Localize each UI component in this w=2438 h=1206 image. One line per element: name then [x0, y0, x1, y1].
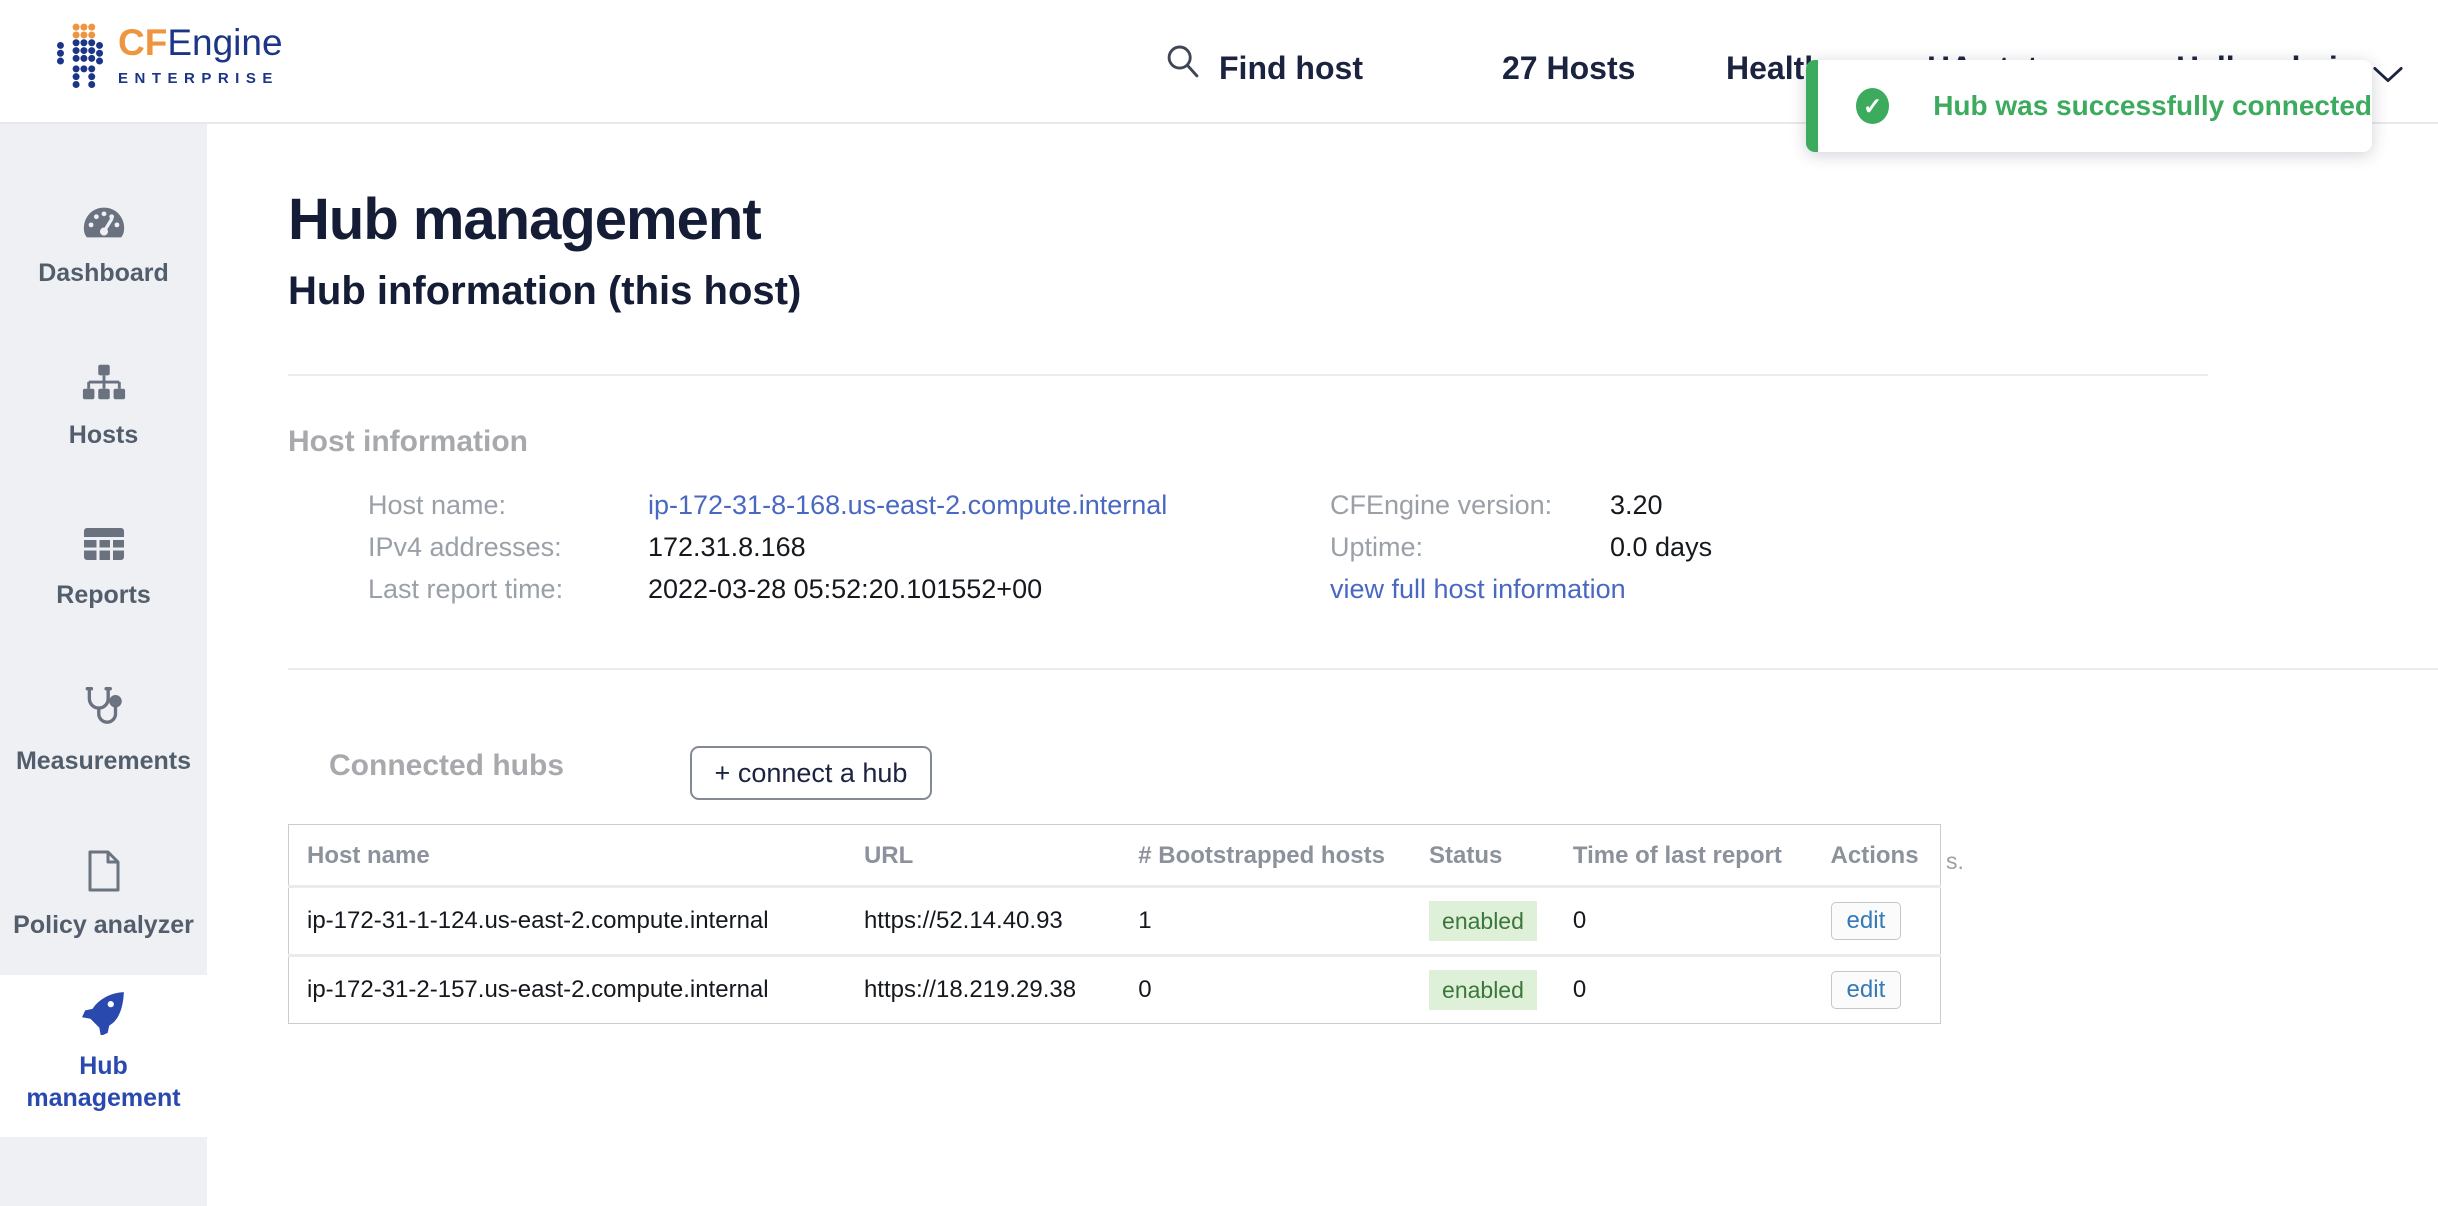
table-row: ip-172-31-2-157.us-east-2.compute.intern… — [289, 956, 1941, 1024]
gauge-icon — [0, 202, 207, 247]
sidebar-item-policy-analyzer[interactable]: Policy analyzer — [0, 848, 207, 941]
stethoscope-icon — [0, 684, 207, 735]
sidebar-label: Hosts — [0, 419, 207, 451]
connected-hubs-table: Host name URL # Bootstrapped hosts Statu… — [288, 824, 1941, 1024]
page-title: Hub management — [288, 188, 761, 252]
cell-time-of-last-report: 0 — [1555, 956, 1813, 1024]
cell-url: https://18.219.29.38 — [846, 956, 1120, 1024]
cell-bootstrapped: 0 — [1120, 956, 1411, 1024]
logo-cf: CF — [118, 22, 167, 63]
edit-button[interactable]: edit — [1831, 971, 1902, 1009]
chevron-down-icon[interactable] — [2372, 64, 2404, 91]
status-badge: enabled — [1429, 901, 1537, 941]
success-toast[interactable]: ✓ Hub was successfully connected — [1806, 60, 2372, 152]
sidebar-label: Reports — [0, 579, 207, 611]
cell-bootstrapped: 1 — [1120, 887, 1411, 956]
col-time-of-last-report: Time of last report — [1555, 825, 1813, 887]
ipv4-value: 172.31.8.168 — [648, 529, 806, 565]
table-header-row: Host name URL # Bootstrapped hosts Statu… — [289, 825, 1941, 887]
sidebar-label: Hub management — [0, 1050, 207, 1114]
file-icon — [0, 848, 207, 899]
version-label: CFEngine version: — [1330, 487, 1552, 523]
cell-host: ip-172-31-1-124.us-east-2.compute.intern… — [289, 887, 846, 956]
connect-hub-button[interactable]: + connect a hub — [690, 746, 932, 800]
cfengine-logo[interactable]: CFEngine ENTERPRISE — [56, 22, 283, 101]
host-name-link[interactable]: ip-172-31-8-168.us-east-2.compute.intern… — [648, 487, 1167, 523]
page-subtitle: Hub information (this host) — [288, 268, 801, 314]
cell-time-of-last-report: 0 — [1555, 887, 1813, 956]
uptime-value: 0.0 days — [1610, 529, 1712, 565]
table-row: ip-172-31-1-124.us-east-2.compute.intern… — [289, 887, 1941, 956]
sidebar-label: Dashboard — [0, 257, 207, 289]
search-icon — [1163, 42, 1203, 95]
logo-enterprise: ENTERPRISE — [118, 70, 283, 87]
logo-engine: Engine — [167, 22, 282, 63]
toast-message: Hub was successfully connected — [1933, 90, 2372, 122]
connected-hubs-heading: Connected hubs — [329, 748, 564, 784]
divider — [288, 374, 2208, 376]
sidebar-item-hub-management[interactable]: Hub management — [0, 975, 207, 1137]
host-name-label: Host name: — [368, 487, 506, 523]
stray-text-artifact: s. — [1946, 848, 1964, 875]
toast-accent-bar — [1806, 60, 1818, 152]
sidebar-item-reports[interactable]: Reports — [0, 524, 207, 611]
col-host-name: Host name — [289, 825, 846, 887]
col-status: Status — [1411, 825, 1555, 887]
col-bootstrapped: # Bootstrapped hosts — [1120, 825, 1411, 887]
cell-url: https://52.14.40.93 — [846, 887, 1120, 956]
table-icon — [0, 524, 207, 569]
rocket-icon — [0, 989, 207, 1040]
find-host-search[interactable]: Find host — [1163, 44, 1363, 92]
col-actions: Actions — [1813, 825, 1941, 887]
version-value: 3.20 — [1610, 487, 1663, 523]
view-full-host-link[interactable]: view full host information — [1330, 571, 1626, 607]
page: CFEngine ENTERPRISE Find host 27 Hosts H… — [0, 0, 2438, 1206]
uptime-label: Uptime: — [1330, 529, 1423, 565]
sidebar: Dashboard Hosts Reports — [0, 124, 207, 1206]
ipv4-label: IPv4 addresses: — [368, 529, 562, 565]
sidebar-label: Measurements — [0, 745, 207, 777]
find-host-label: Find host — [1219, 44, 1363, 92]
last-report-value: 2022-03-28 05:52:20.101552+00 — [648, 571, 1042, 607]
col-url: URL — [846, 825, 1120, 887]
check-circle-icon: ✓ — [1856, 88, 1889, 124]
sidebar-label: Policy analyzer — [0, 909, 207, 941]
nav-hosts-count[interactable]: 27 Hosts — [1502, 44, 1635, 92]
host-information-heading: Host information — [288, 424, 528, 460]
sidebar-item-hosts[interactable]: Hosts — [0, 362, 207, 451]
sitemap-icon — [0, 362, 207, 409]
last-report-label: Last report time: — [368, 571, 563, 607]
cfengine-dot-matrix-icon — [56, 22, 104, 101]
sidebar-item-measurements[interactable]: Measurements — [0, 684, 207, 777]
cell-host: ip-172-31-2-157.us-east-2.compute.intern… — [289, 956, 846, 1024]
status-badge: enabled — [1429, 970, 1537, 1010]
sidebar-item-dashboard[interactable]: Dashboard — [0, 202, 207, 289]
edit-button[interactable]: edit — [1831, 902, 1902, 940]
divider — [288, 668, 2438, 670]
